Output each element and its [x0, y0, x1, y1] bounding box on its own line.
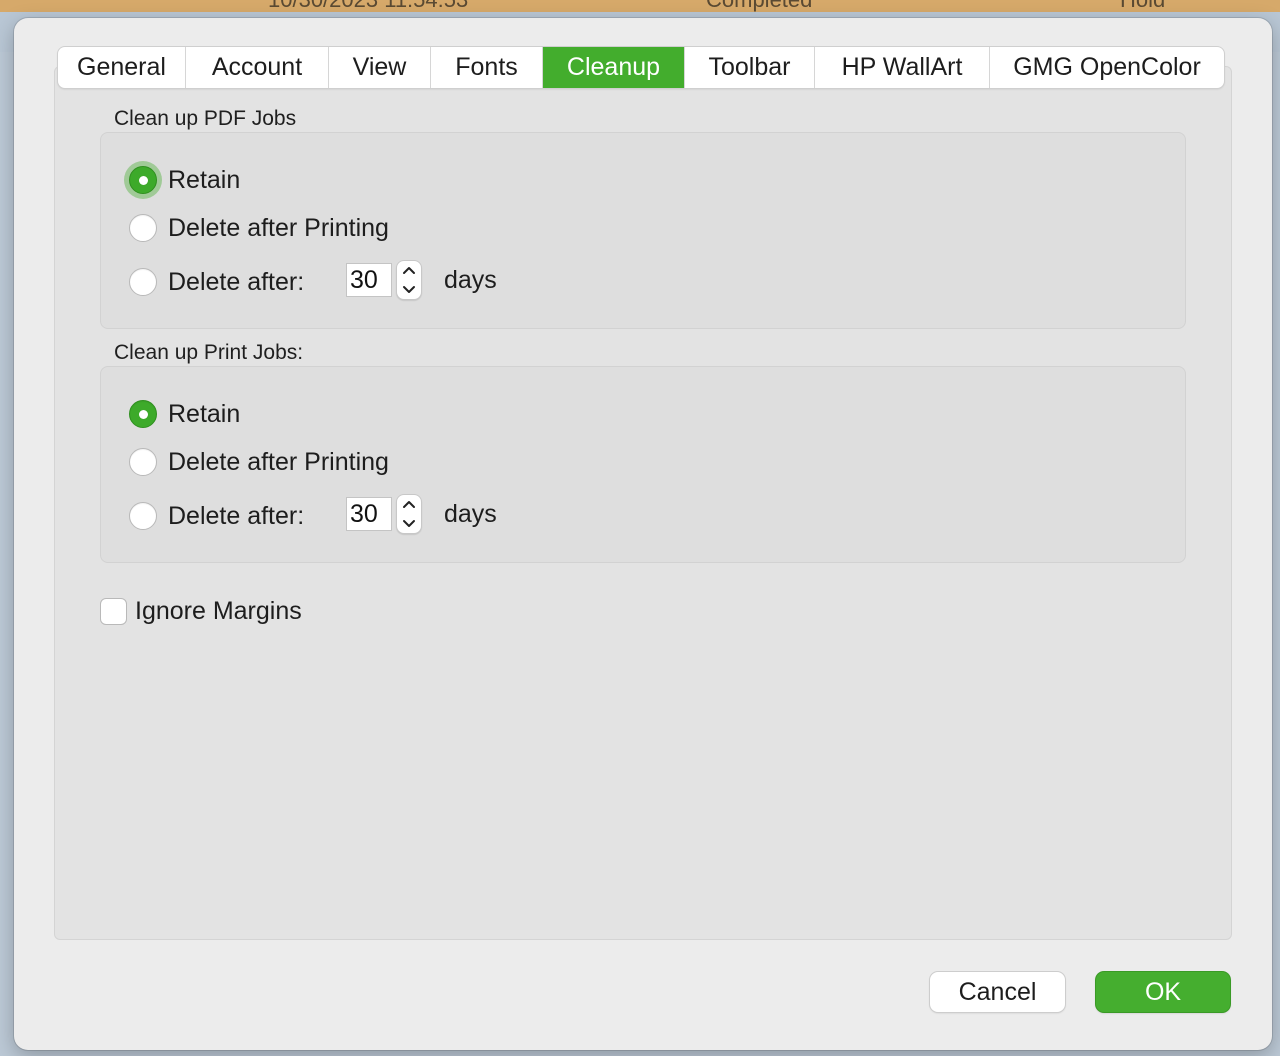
print-delete-after-days-radio[interactable]	[129, 502, 157, 530]
ok-button[interactable]: OK	[1096, 972, 1230, 1012]
chevron-down-icon[interactable]	[397, 514, 421, 533]
tab-toolbar[interactable]: Toolbar	[685, 47, 815, 88]
print-delete-after-printing-option[interactable]: Delete after Printing	[129, 447, 389, 477]
pdf-delete-after-days-label: Delete after:	[168, 267, 305, 296]
pdf-retain-radio[interactable]	[129, 166, 157, 194]
tab-general[interactable]: General	[58, 47, 186, 88]
print-retain-option[interactable]: Retain	[129, 399, 240, 429]
print-days-unit: days	[444, 500, 497, 528]
ignore-margins-label: Ignore Margins	[135, 596, 302, 625]
print-delete-after-printing-label: Delete after Printing	[168, 447, 389, 476]
print-days-stepper[interactable]	[396, 494, 422, 534]
print-delete-after-days-label: Delete after:	[168, 501, 305, 530]
pdf-days-input[interactable]: 30	[346, 263, 392, 297]
chevron-down-icon[interactable]	[397, 280, 421, 299]
ignore-margins-checkbox[interactable]	[100, 597, 127, 625]
pdf-days-unit: days	[444, 266, 497, 294]
ignore-margins-option[interactable]: Ignore Margins	[100, 596, 302, 626]
print-delete-after-days-option[interactable]: Delete after:	[129, 501, 304, 531]
pdf-retain-option[interactable]: Retain	[129, 165, 240, 195]
print-days-input[interactable]: 30	[346, 497, 392, 531]
pdf-delete-after-days-radio[interactable]	[129, 268, 157, 296]
tab-fonts[interactable]: Fonts	[431, 47, 543, 88]
pdf-delete-after-printing-radio[interactable]	[129, 214, 157, 242]
tab-bar: General Account View Fonts Cleanup Toolb…	[58, 47, 1224, 88]
chevron-up-icon[interactable]	[397, 495, 421, 514]
pdf-days-stepper[interactable]	[396, 260, 422, 300]
tab-view[interactable]: View	[329, 47, 431, 88]
cancel-button[interactable]: Cancel	[930, 972, 1065, 1012]
chevron-up-icon[interactable]	[397, 261, 421, 280]
tab-hp-wallart[interactable]: HP WallArt	[815, 47, 990, 88]
tab-account[interactable]: Account	[186, 47, 329, 88]
preferences-sheet: General Account View Fonts Cleanup Toolb…	[14, 18, 1272, 1050]
pdf-delete-after-printing-label: Delete after Printing	[168, 213, 389, 242]
pdf-jobs-group-label: Clean up PDF Jobs	[114, 107, 297, 130]
tab-cleanup[interactable]: Cleanup	[543, 47, 685, 88]
pdf-retain-label: Retain	[168, 165, 241, 194]
print-retain-label: Retain	[168, 399, 241, 428]
tab-gmg-opencolor[interactable]: GMG OpenColor	[990, 47, 1224, 88]
print-retain-radio[interactable]	[129, 400, 157, 428]
pdf-delete-after-printing-option[interactable]: Delete after Printing	[129, 213, 389, 243]
print-jobs-group-label: Clean up Print Jobs:	[114, 341, 304, 364]
print-delete-after-printing-radio[interactable]	[129, 448, 157, 476]
pdf-delete-after-days-option[interactable]: Delete after:	[129, 267, 304, 297]
background-window-strip: 10/30/2023 11:54:53 Completed Hold	[0, 0, 1280, 12]
